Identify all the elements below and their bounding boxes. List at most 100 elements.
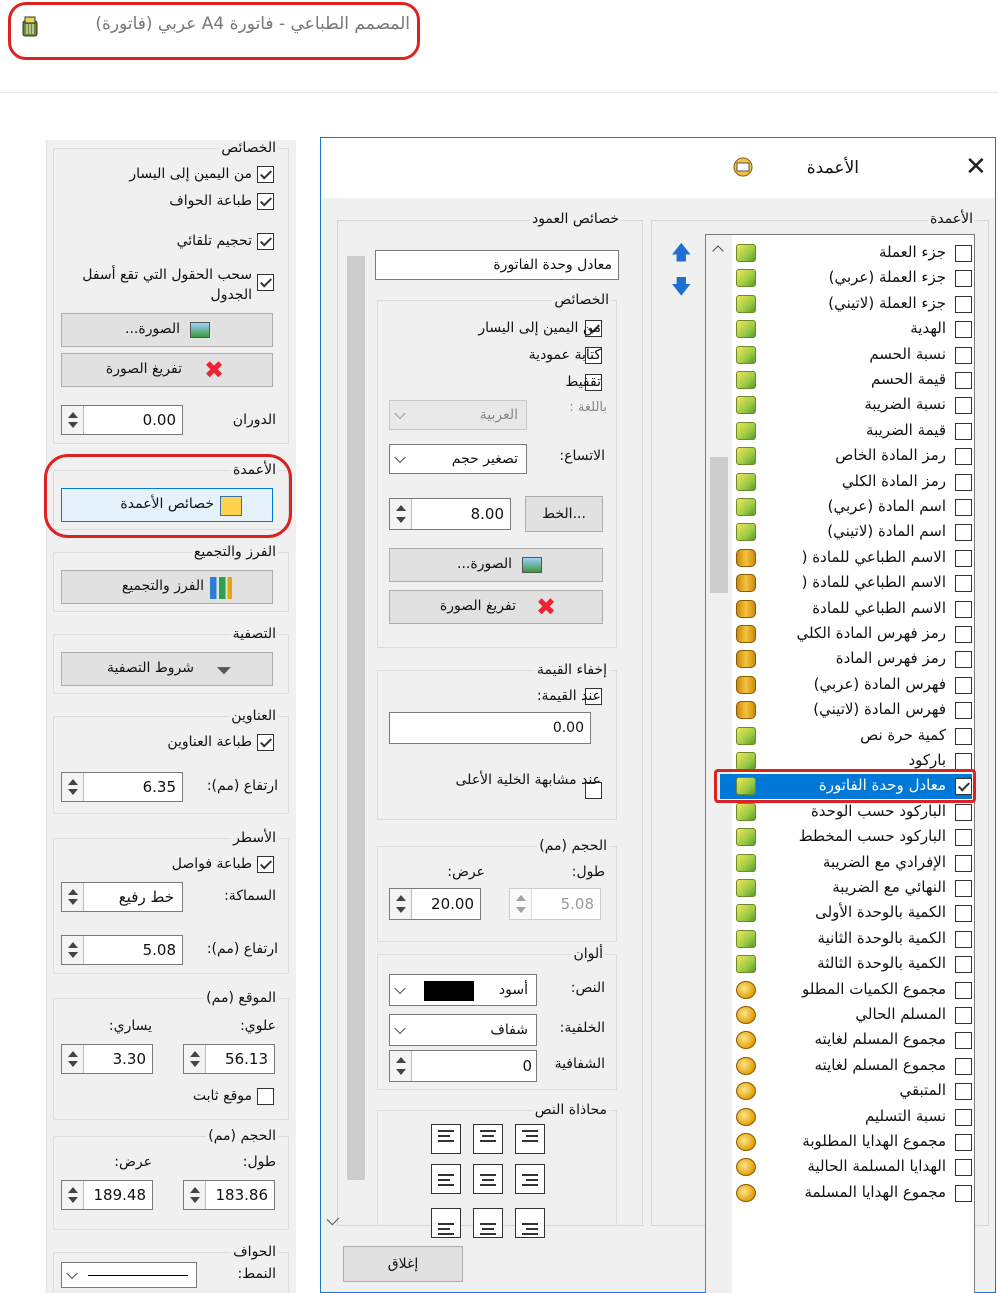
column-checkbox[interactable] <box>955 854 972 872</box>
column-checkbox[interactable] <box>955 600 972 618</box>
column-checkbox[interactable] <box>955 270 972 288</box>
text-color-select[interactable]: أسود <box>389 974 537 1006</box>
close-icon[interactable]: ✕ <box>965 152 987 182</box>
clear-image-button[interactable]: ✖ تفريغ الصورة <box>61 353 273 387</box>
col-clear-image-button[interactable]: ✖ تفريغ الصورة <box>389 590 603 624</box>
col-width-spinner[interactable]: 20.00 <box>389 888 481 920</box>
move-up-icon[interactable]: 🡅 <box>671 238 692 272</box>
rotation-spinner[interactable]: 0.00 <box>61 405 183 435</box>
column-list-item[interactable]: الهدية <box>736 317 972 342</box>
column-list-item[interactable]: اسم المادة (لاتيني) <box>736 520 972 545</box>
column-checkbox[interactable] <box>955 1159 972 1177</box>
column-checkbox[interactable] <box>955 499 972 516</box>
fixed-position-checkbox[interactable] <box>257 1088 274 1105</box>
column-list-item[interactable]: الإفرادي مع الضريبة <box>736 851 972 876</box>
language-select[interactable]: العربية <box>389 400 527 430</box>
column-list-item[interactable]: مجموع الهدايا المطلوبة <box>736 1130 972 1155</box>
column-checkbox[interactable] <box>955 930 972 948</box>
column-list-item[interactable]: رمز المادة الخاص <box>736 444 972 469</box>
opacity-spinner[interactable]: 0 <box>389 1050 537 1082</box>
column-checkbox[interactable] <box>955 397 972 415</box>
column-list-item[interactable]: اسم المادة (عربي) <box>736 495 972 520</box>
column-checkbox[interactable] <box>955 245 972 262</box>
column-list-item[interactable]: جزء العملة (عربي) <box>736 266 972 291</box>
column-list-item[interactable]: قيمة الحسم <box>736 368 972 393</box>
column-list-item[interactable]: الاسم الطباعي للمادة <box>736 597 972 622</box>
column-name-field[interactable]: معادل وحدة الفاتورة <box>375 250 619 280</box>
column-list-item[interactable]: نسبة التسليم <box>736 1105 972 1130</box>
width-spinner[interactable]: 189.48 <box>61 1180 153 1210</box>
pull-fields-checkbox[interactable] <box>257 274 274 291</box>
column-list-item[interactable]: رمز فهرس المادة الكلي <box>736 622 972 647</box>
thickness-select[interactable]: خط رفيع <box>61 882 183 912</box>
column-checkbox[interactable] <box>955 575 972 593</box>
overflow-select[interactable]: تصغير حجم <box>389 444 527 474</box>
column-list-item[interactable]: مجموع الكميات المطلو <box>736 978 972 1003</box>
close-button[interactable]: إغلاق <box>343 1246 463 1282</box>
column-list-item[interactable]: الاسم الطباعي للمادة ( <box>736 546 972 571</box>
column-list-item[interactable]: قيمة الضريبة <box>736 419 972 444</box>
auto-size-checkbox[interactable] <box>257 233 274 250</box>
list-scrollbar[interactable] <box>706 235 732 1293</box>
column-checkbox[interactable] <box>955 1083 972 1101</box>
left-spinner[interactable]: 3.30 <box>61 1044 153 1074</box>
column-checkbox[interactable] <box>955 1007 972 1024</box>
font-button[interactable]: الخط... <box>525 496 603 532</box>
print-separators-checkbox[interactable] <box>257 856 274 873</box>
move-down-icon[interactable]: 🡇 <box>671 272 692 306</box>
column-list-item[interactable]: فهرس المادة (عربي) <box>736 673 972 698</box>
text-align-button[interactable] <box>473 1124 503 1154</box>
column-list-item[interactable]: نسبة الحسم <box>736 343 972 368</box>
column-list-item[interactable]: رمز المادة الكلي <box>736 470 972 495</box>
column-checkbox[interactable] <box>955 981 972 999</box>
col-length-spinner[interactable]: 5.08 <box>509 888 601 920</box>
column-list-item[interactable]: الباركود حسب الوحدة <box>736 800 972 825</box>
column-list-item[interactable]: رمز فهرس المادة <box>736 647 972 672</box>
print-titles-checkbox[interactable] <box>257 734 274 751</box>
column-checkbox[interactable] <box>955 473 972 491</box>
column-checkbox[interactable] <box>955 905 972 923</box>
column-checkbox[interactable] <box>955 803 972 821</box>
column-list-item[interactable]: نسبة الضريبة <box>736 393 972 418</box>
column-checkbox[interactable] <box>955 753 972 770</box>
text-align-button[interactable] <box>515 1124 545 1154</box>
hide-value-field[interactable]: 0.00 <box>389 712 591 744</box>
text-align-button[interactable] <box>515 1164 545 1194</box>
column-checkbox[interactable] <box>955 1057 972 1075</box>
column-checkbox[interactable] <box>955 651 972 669</box>
filter-button[interactable]: ⏷ شروط التصفية <box>61 652 273 686</box>
column-checkbox[interactable] <box>955 829 972 847</box>
column-checkbox[interactable] <box>955 1108 972 1126</box>
text-align-button[interactable] <box>515 1208 545 1238</box>
column-checkbox[interactable] <box>955 549 972 567</box>
background-select[interactable]: شفاف <box>389 1014 537 1046</box>
sort-button[interactable]: الفرز والتجميع <box>61 570 273 604</box>
print-borders-checkbox[interactable] <box>257 193 274 210</box>
column-list-item[interactable]: الباركود حسب المخطط <box>736 825 972 850</box>
column-checkbox[interactable] <box>955 1134 972 1151</box>
column-list-item[interactable]: مجموع المسلم لغايته <box>736 1054 972 1079</box>
image-button[interactable]: الصورة... <box>61 313 273 347</box>
column-checkbox[interactable] <box>955 676 972 694</box>
column-list-item[interactable]: الكمية بالوحدة الثالثة <box>736 952 972 977</box>
text-align-button[interactable] <box>473 1208 503 1238</box>
column-list-item[interactable]: المسلم الحالي <box>736 1003 972 1028</box>
titles-height-spinner[interactable]: 6.35 <box>61 772 183 802</box>
column-list-item[interactable]: مجموع المسلم لغايته <box>736 1028 972 1053</box>
rows-height-spinner[interactable]: 5.08 <box>61 935 183 965</box>
border-style-select[interactable] <box>61 1262 197 1288</box>
column-checkbox[interactable] <box>955 880 972 897</box>
column-checkbox[interactable] <box>955 956 972 974</box>
column-checkbox[interactable] <box>955 422 972 440</box>
column-checkbox[interactable] <box>955 321 972 339</box>
text-align-button[interactable] <box>431 1164 461 1194</box>
column-list-item[interactable]: الاسم الطباعي للمادة ( <box>736 571 972 596</box>
column-list-item[interactable]: فهرس المادة (لاتيني) <box>736 698 972 723</box>
props-scroll-thumb[interactable] <box>347 256 365 1180</box>
column-list-item[interactable]: جزء العملة (لاتيني) <box>736 292 972 317</box>
column-list-item[interactable]: الهدايا المسلمة الحالية <box>736 1155 972 1180</box>
props-scrollbar[interactable] <box>345 238 367 1218</box>
column-checkbox[interactable] <box>955 372 972 389</box>
length-spinner[interactable]: 183.86 <box>183 1180 275 1210</box>
column-list-item[interactable]: النهائي مع الضريبة <box>736 876 972 901</box>
